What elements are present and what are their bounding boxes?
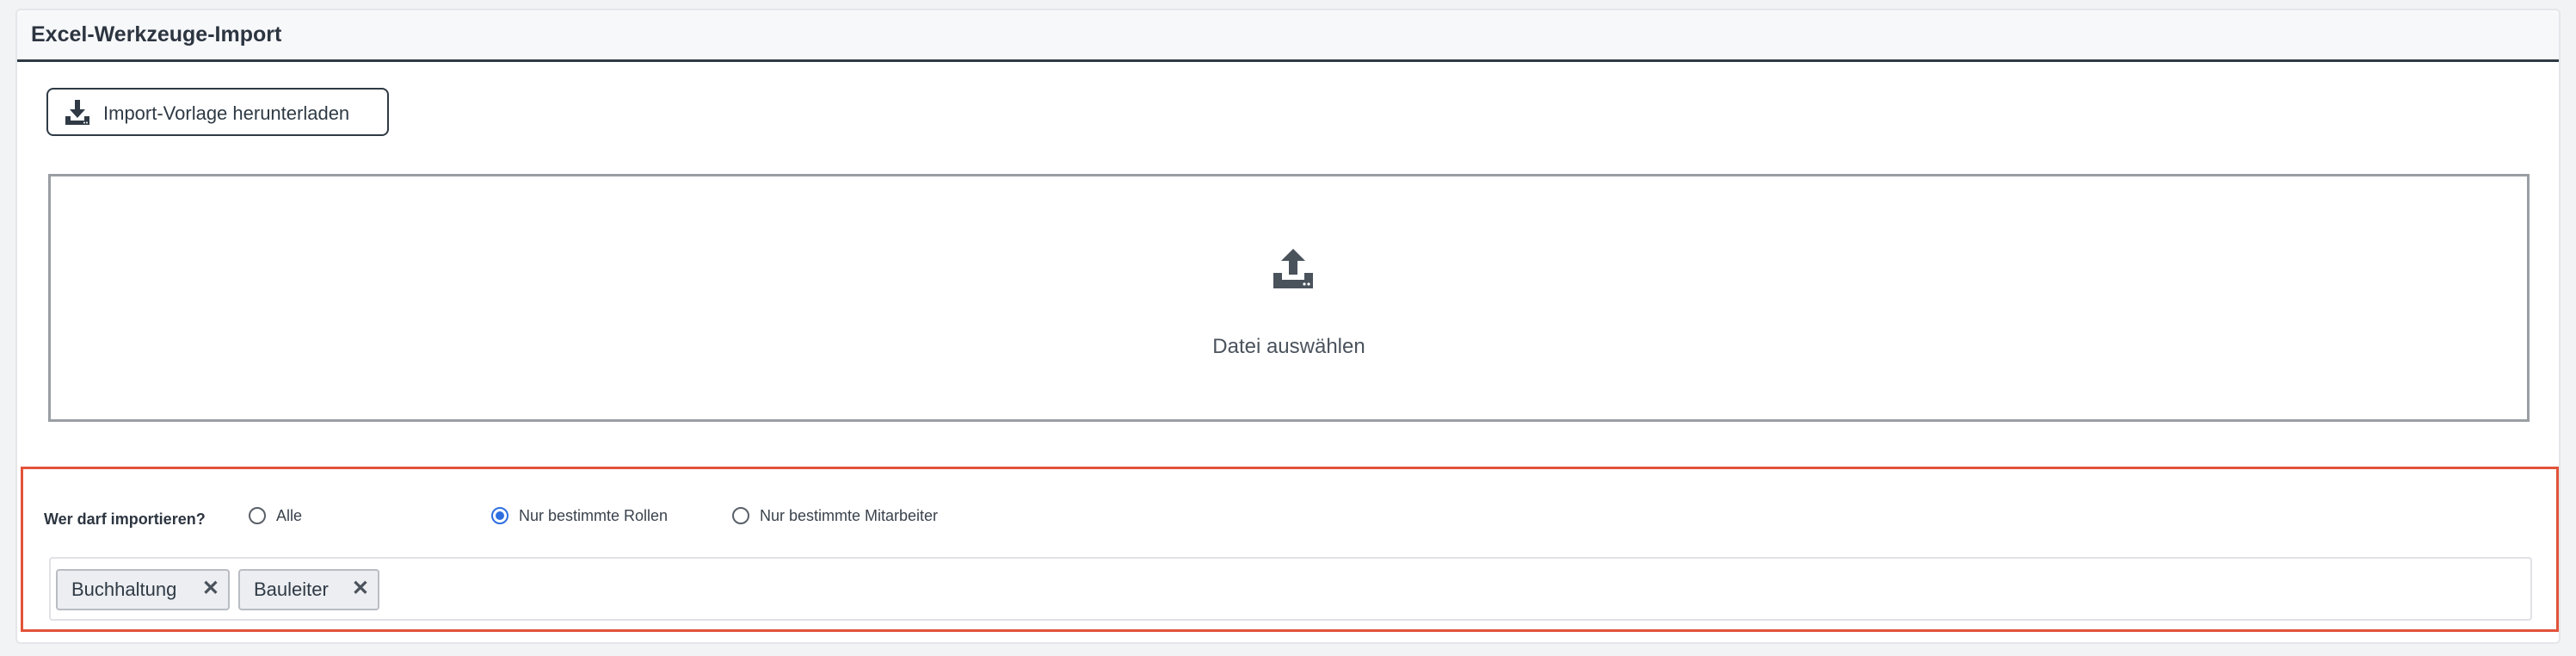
panel-header: Excel-Werkzeuge-Import [17,10,2559,62]
radio-label: Alle [276,506,303,524]
download-template-label: Import-Vorlage herunterladen [103,102,350,124]
tag-chip: Buchhaltung ✕ [56,569,230,610]
radio-option-roles[interactable]: Nur bestimmte Rollen [491,504,668,528]
panel-title: Excel-Werkzeuge-Import [31,22,282,46]
download-template-button[interactable]: Import-Vorlage herunterladen [46,88,389,136]
tag-chip: Bauleiter ✕ [238,569,379,610]
upload-icon [1271,247,1316,292]
roles-tag-input[interactable]: Buchhaltung ✕ Bauleiter ✕ [49,557,2532,621]
remove-tag-icon[interactable]: ✕ [202,576,219,601]
file-dropzone[interactable]: Datei auswählen [48,174,2530,422]
radio-label: Nur bestimmte Rollen [519,506,669,524]
radio-label: Nur bestimmte Mitarbeiter [760,506,939,524]
radio-option-all[interactable]: Alle [249,504,302,528]
dropzone-label: Datei auswählen [1212,335,1365,358]
radio-circle[interactable] [491,507,508,524]
radio-circle[interactable] [249,507,266,524]
remove-tag-icon[interactable]: ✕ [352,576,369,601]
import-permissions-section: Wer darf importieren? Alle Nur bestimmte… [21,467,2559,632]
radio-circle[interactable] [732,507,749,524]
tag-label: Bauleiter [254,579,329,600]
radio-option-employees[interactable]: Nur bestimmte Mitarbeiter [732,504,938,528]
import-panel: Excel-Werkzeuge-Import Import-Vorlage he… [15,9,2561,644]
download-icon [64,99,91,127]
tag-label: Buchhaltung [71,579,177,600]
permissions-label: Wer darf importieren? [44,511,206,528]
